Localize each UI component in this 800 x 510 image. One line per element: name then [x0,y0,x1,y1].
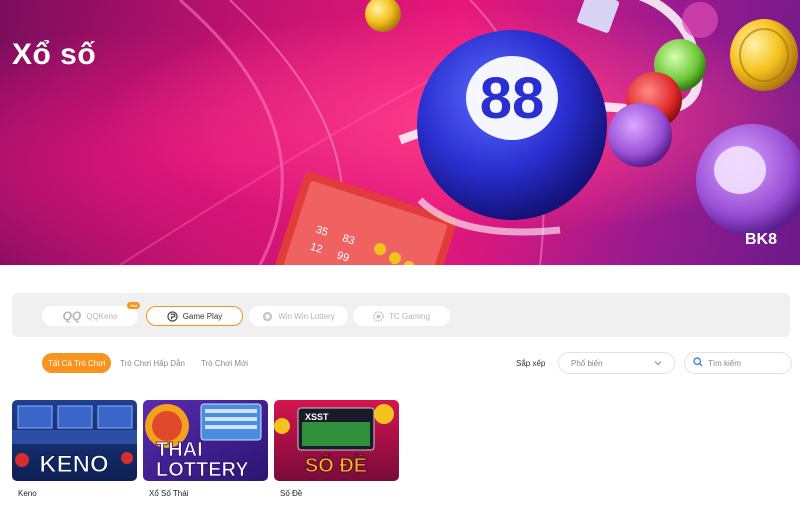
qqkeno-logo: QQ [62,309,82,323]
search-box [684,352,792,374]
lottery-ball-image [365,0,401,32]
search-input[interactable] [708,358,788,368]
game-name: Keno [18,489,37,498]
game-card-so-de[interactable]: XSST SỐ ĐỀ Số Đề [274,400,399,498]
so-de-screen-text: XSST [305,412,329,422]
game-thumbnail[interactable]: XSST SỐ ĐỀ [274,400,399,481]
gameplay-icon [167,310,178,322]
provider-tab-tc-gaming[interactable]: TC Gaming [353,306,450,326]
game-thumbnail[interactable]: KENO [12,400,137,481]
thai-thumb-text: LOTTERY [156,459,249,481]
game-card-keno[interactable]: KENO Keno [12,400,137,498]
search-icon [693,354,703,372]
provider-tab-qqkeno[interactable]: QQ QQKeno Hot [42,302,140,326]
winwin-icon [262,311,273,322]
provider-label: QQKeno [86,311,118,321]
hero-banner: 35 83 12 99 88 BK8 Xổ số [0,0,800,265]
tcgaming-icon [373,310,384,322]
game-card-thai-lottery[interactable]: THAI LOTTERY Xổ Số Thái [143,400,268,498]
page-title: Xổ số [12,38,97,71]
lottery-ticket-image: 35 83 12 99 [273,171,457,265]
sort-dropdown[interactable]: Phổ biến [558,352,675,374]
game-name: Xổ Số Thái [149,489,189,498]
sort-value: Phổ biến [571,358,603,368]
filter-row: Tất Cả Trò Chơi Trò Chơi Hấp Dẫn Trò Chơ… [0,350,800,376]
hero-artwork: 35 83 12 99 88 BK8 [119,0,800,265]
provider-tab-win-win-lottery[interactable]: Win Win Lottery [249,306,348,326]
bk8-logo: BK8 [745,231,777,248]
filter-tab-new-games[interactable]: Trò Chơi Mới [195,353,254,373]
keno-thumb-text: KENO [39,451,108,478]
so-de-thumb-text: SỐ ĐỀ [305,453,367,477]
filter-tab-all-games[interactable]: Tất Cả Trò Chơi [42,353,112,373]
lottery-ball-image [608,103,672,167]
provider-label: Win Win Lottery [278,311,335,321]
game-name: Số Đề [280,489,303,498]
provider-label: TC Gaming [389,311,430,321]
provider-tab-game-play[interactable]: Game Play [146,306,243,326]
filter-tab-hot-games[interactable]: Trò Chơi Hấp Dẫn [114,353,191,373]
chevron-down-icon [654,359,662,368]
hot-badge: Hot [127,302,140,309]
provider-label: Game Play [182,311,223,321]
provider-bar: QQ QQKeno Hot Game Play Win Win Lottery … [12,293,790,337]
sort-label: Sắp xếp [516,359,546,368]
game-thumbnail[interactable]: THAI LOTTERY [143,400,268,481]
thai-thumb-text: THAI [156,439,203,461]
ball-number: 88 [480,66,545,131]
